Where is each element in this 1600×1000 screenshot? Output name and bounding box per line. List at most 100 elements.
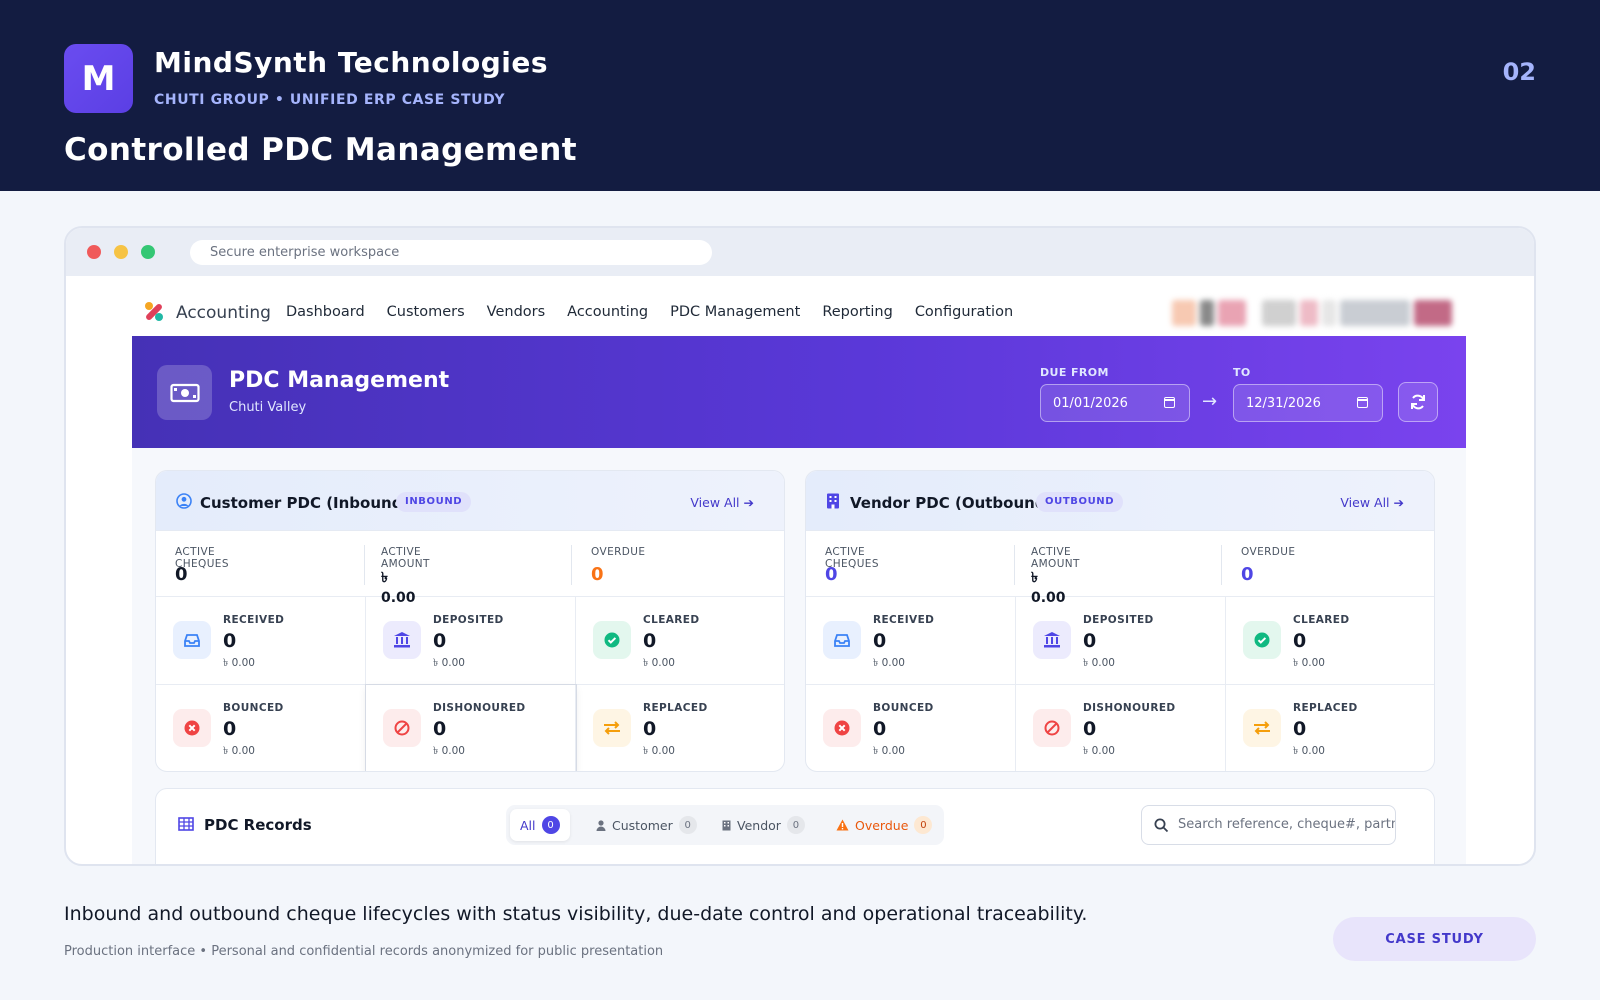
menu-item-pdc-management[interactable]: PDC Management [670,304,800,320]
exchange-icon [1243,709,1281,747]
filter-label: All [520,817,536,833]
inbox-icon [823,621,861,659]
records-search-input[interactable]: Search reference, cheque#, partner... [1141,805,1396,845]
status-card-deposited[interactable]: DEPOSITED 0 ৳ 0.00 [366,597,576,685]
bank-icon [1033,621,1071,659]
count-badge: 0 [914,816,933,834]
status-count: 0 [1293,718,1307,740]
status-amount: ৳ 0.00 [1083,657,1115,669]
status-card-dishonoured[interactable]: DISHONOURED 0 ৳ 0.00 [1016,685,1226,771]
anonymized-user-area [1172,290,1468,336]
due-from-label: DUE FROM [1040,366,1109,379]
status-count: 0 [433,718,447,740]
refresh-icon [1411,394,1425,410]
panel-title: Vendor PDC (Outbound) [850,494,1053,512]
due-to-label: TO [1233,366,1251,379]
status-count: 0 [1083,630,1097,652]
stat-label: OVERDUE [1241,546,1296,558]
case-study-button[interactable]: CASE STUDY [1333,917,1536,961]
menu-item-reporting[interactable]: Reporting [822,304,893,320]
status-card-cleared[interactable]: CLEARED 0 ৳ 0.00 [576,597,784,685]
status-label: DISHONOURED [1083,702,1176,714]
inbox-icon [173,621,211,659]
filter-all-tab[interactable]: All 0 [510,809,570,841]
calendar-icon[interactable] [1357,397,1368,408]
filter-customer-tab[interactable]: Customer 0 [586,809,707,841]
app-name[interactable]: Accounting [176,303,271,323]
pdc-records-section: PDC Records All 0 Customer 0 Vendor 0 Ov… [155,788,1435,864]
calendar-icon[interactable] [1164,397,1175,408]
status-card-replaced[interactable]: REPLACED 0 ৳ 0.00 [576,685,784,771]
status-card-bounced[interactable]: BOUNCED 0 ৳ 0.00 [156,685,366,771]
dashboard-content: Customer PDC (Inbound) INBOUND View All … [132,448,1466,864]
refresh-button[interactable] [1398,382,1438,422]
x-circle-icon [823,709,861,747]
warning-icon [836,819,849,831]
panel-header: Vendor PDC (Outbound) OUTBOUND View All … [806,471,1434,531]
summary-row: ACTIVE CHEQUES 0 ACTIVE AMOUNT ৳ 0.00 OV… [156,531,784,606]
divider [1014,545,1015,585]
status-amount: ৳ 0.00 [433,745,465,757]
status-amount: ৳ 0.00 [223,657,255,669]
status-label: BOUNCED [223,702,284,714]
slide-footnote: Production interface • Personal and conf… [64,944,664,959]
user-circle-icon [176,493,192,509]
status-amount: ৳ 0.00 [643,745,675,757]
stat-value: 0 [1241,564,1254,585]
status-label: RECEIVED [223,614,285,626]
panel-header: Customer PDC (Inbound) INBOUND View All … [156,471,784,531]
records-title: PDC Records [204,816,312,834]
view-all-link[interactable]: View All ➔ [690,495,754,510]
status-card-cleared[interactable]: CLEARED 0 ৳ 0.00 [1226,597,1434,685]
close-window-dot[interactable] [87,245,101,259]
minimize-window-dot[interactable] [114,245,128,259]
building-icon [827,493,839,509]
view-all-link[interactable]: View All ➔ [1340,495,1404,510]
due-from-value: 01/01/2026 [1053,396,1128,411]
pdc-banner: PDC Management Chuti Valley DUE FROM TO … [132,336,1466,448]
status-card-deposited[interactable]: DEPOSITED 0 ৳ 0.00 [1016,597,1226,685]
due-to-date-input[interactable]: 12/31/2026 [1233,384,1383,422]
menu-item-accounting[interactable]: Accounting [567,304,648,320]
arrow-right-icon: ➔ [743,495,754,510]
menu-item-customers[interactable]: Customers [387,304,465,320]
status-grid: RECEIVED 0 ৳ 0.00 DEPOSITED 0 ৳ 0.00 CLE… [806,597,1434,771]
status-label: DISHONOURED [433,702,526,714]
maximize-window-dot[interactable] [141,245,155,259]
search-placeholder: Search reference, cheque#, partner... [1178,817,1396,832]
status-label: DEPOSITED [1083,614,1154,626]
menu-item-vendors[interactable]: Vendors [487,304,546,320]
status-count: 0 [433,630,447,652]
status-label: RECEIVED [873,614,935,626]
stat-value: 0 [175,564,188,585]
slide-title: Controlled PDC Management [64,132,577,168]
due-to-value: 12/31/2026 [1246,396,1321,411]
slide-caption: Inbound and outbound cheque lifecycles w… [64,903,1088,925]
status-card-received[interactable]: RECEIVED 0 ৳ 0.00 [156,597,366,685]
status-card-received[interactable]: RECEIVED 0 ৳ 0.00 [806,597,1016,685]
browser-toolbar: Secure enterprise workspace [66,228,1534,276]
filter-overdue-tab[interactable]: Overdue 0 [826,809,942,841]
status-amount: ৳ 0.00 [1293,657,1325,669]
stat-value: 0 [825,564,838,585]
status-card-replaced[interactable]: REPLACED 0 ৳ 0.00 [1226,685,1434,771]
status-amount: ৳ 0.00 [873,657,905,669]
address-bar[interactable]: Secure enterprise workspace [190,240,712,265]
filter-vendor-tab[interactable]: Vendor 0 [712,809,815,841]
bank-icon [383,621,421,659]
menu-item-configuration[interactable]: Configuration [915,304,1013,320]
customer-pdc-panel: Customer PDC (Inbound) INBOUND View All … [155,470,785,772]
due-from-date-input[interactable]: 01/01/2026 [1040,384,1190,422]
page-title: PDC Management [229,368,450,393]
company-name: Chuti Valley [229,400,307,415]
status-card-bounced[interactable]: BOUNCED 0 ৳ 0.00 [806,685,1016,771]
menu-item-dashboard[interactable]: Dashboard [286,304,365,320]
status-card-dishonoured[interactable]: DISHONOURED 0 ৳ 0.00 [366,685,576,771]
accounting-app-icon[interactable] [142,300,166,324]
divider [571,545,572,585]
status-label: REPLACED [643,702,708,714]
view-all-label: View All [1340,495,1390,510]
status-count: 0 [873,630,887,652]
status-label: REPLACED [1293,702,1358,714]
brand-name: MindSynth Technologies [154,46,549,79]
